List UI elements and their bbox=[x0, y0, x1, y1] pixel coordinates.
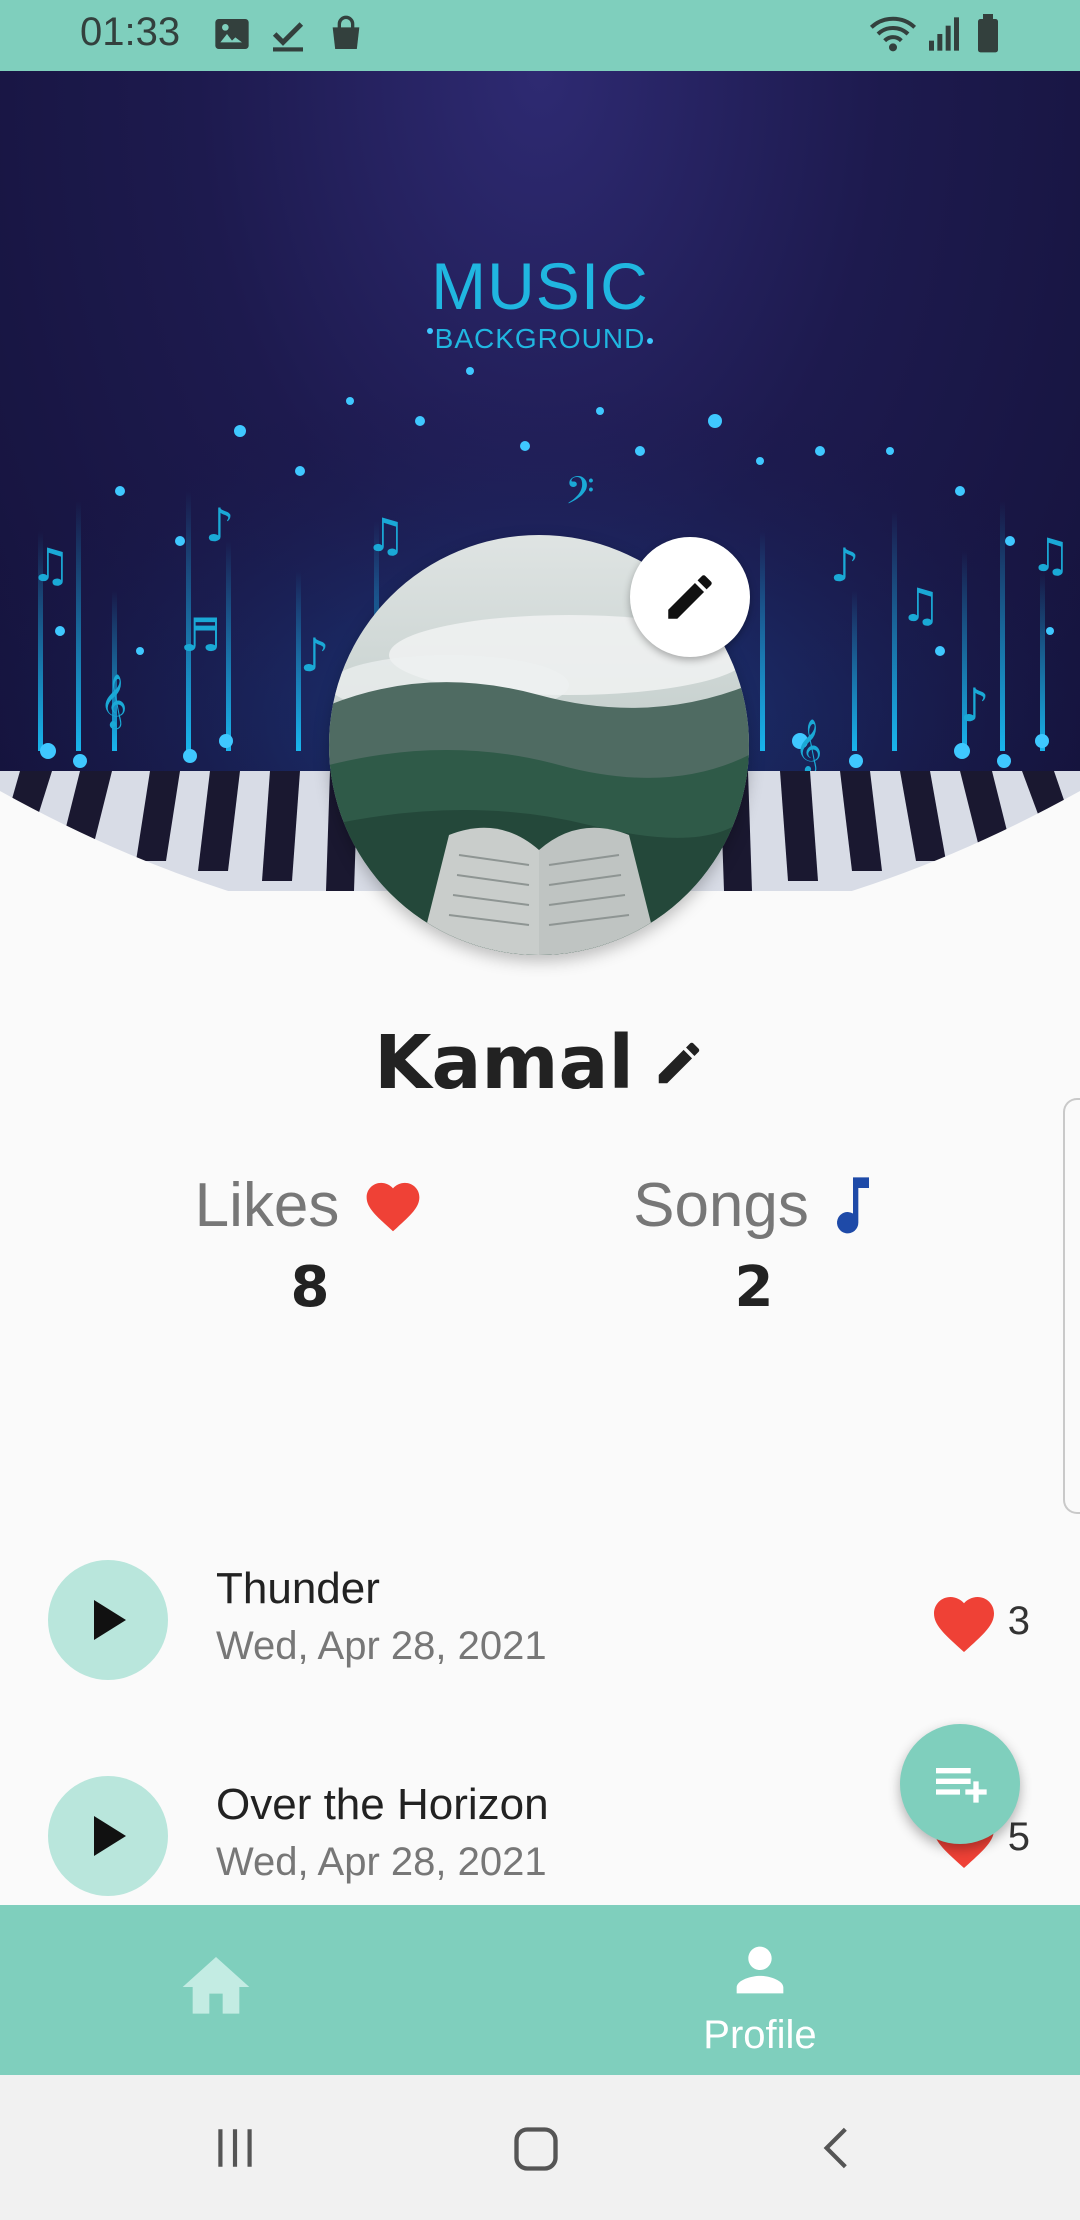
songs-value: 2 bbox=[734, 1255, 774, 1320]
back-chevron-icon bbox=[823, 2127, 847, 2169]
battery-icon bbox=[974, 14, 1002, 54]
nav-profile-label: Profile bbox=[703, 2013, 817, 2057]
songs-stat: Songs 2 bbox=[614, 1170, 894, 1320]
music-note-icon bbox=[831, 1172, 875, 1240]
profile-name: Kamal bbox=[374, 1020, 634, 1106]
home-icon bbox=[182, 1957, 250, 2014]
play-icon bbox=[94, 1600, 126, 1640]
wifi-icon bbox=[868, 14, 918, 54]
songs-label: Songs bbox=[633, 1171, 809, 1240]
likes-label: Likes bbox=[194, 1171, 340, 1240]
image-icon bbox=[212, 14, 252, 54]
heart-icon bbox=[361, 1175, 425, 1237]
heart-icon bbox=[933, 1597, 994, 1653]
status-bar: 01:33 bbox=[0, 0, 1080, 71]
shopping-bag-icon bbox=[326, 14, 366, 54]
pencil-icon bbox=[668, 575, 712, 619]
system-nav-bar bbox=[0, 2075, 1080, 2220]
profile-name-row: Kamal bbox=[0, 1020, 1080, 1106]
recent-apps-icon bbox=[218, 2129, 252, 2167]
playlist-add-icon bbox=[936, 1768, 987, 1803]
song-likes-count: 3 bbox=[1007, 1598, 1030, 1643]
status-time: 01:33 bbox=[80, 10, 181, 54]
play-button[interactable] bbox=[48, 1560, 168, 1680]
play-button[interactable] bbox=[48, 1776, 168, 1896]
song-likes[interactable]: 3 bbox=[928, 1588, 1030, 1654]
song-title: Over the Horizon bbox=[216, 1780, 549, 1829]
nav-profile[interactable]: Profile bbox=[660, 1935, 860, 2058]
likes-stat: Likes 8 bbox=[180, 1170, 440, 1320]
song-date: Wed, Apr 28, 2021 bbox=[216, 1840, 547, 1884]
recent-apps-button[interactable] bbox=[210, 2123, 260, 2177]
edit-name-icon[interactable] bbox=[652, 1036, 706, 1090]
song-likes-count: 5 bbox=[1007, 1814, 1030, 1859]
download-done-icon bbox=[268, 14, 308, 54]
home-square-icon bbox=[514, 2127, 558, 2171]
song-list: Thunder Wed, Apr 28, 2021 3 Over the Hor… bbox=[0, 1520, 1080, 1904]
song-date: Wed, Apr 28, 2021 bbox=[216, 1624, 547, 1668]
back-button[interactable] bbox=[812, 2123, 862, 2177]
add-to-playlist-button[interactable] bbox=[900, 1724, 1020, 1844]
bottom-nav: Profile bbox=[0, 1905, 1080, 2075]
signal-icon bbox=[926, 14, 962, 54]
side-panel-handle[interactable] bbox=[1063, 1098, 1080, 1514]
play-icon bbox=[94, 1816, 126, 1856]
person-icon bbox=[736, 1946, 784, 1994]
home-button[interactable] bbox=[510, 2123, 562, 2179]
likes-value: 8 bbox=[290, 1255, 330, 1320]
song-title: Thunder bbox=[216, 1564, 380, 1613]
nav-home[interactable] bbox=[176, 1947, 256, 2027]
list-item[interactable]: Thunder Wed, Apr 28, 2021 3 bbox=[0, 1540, 1080, 1740]
edit-avatar-button[interactable] bbox=[630, 537, 750, 657]
